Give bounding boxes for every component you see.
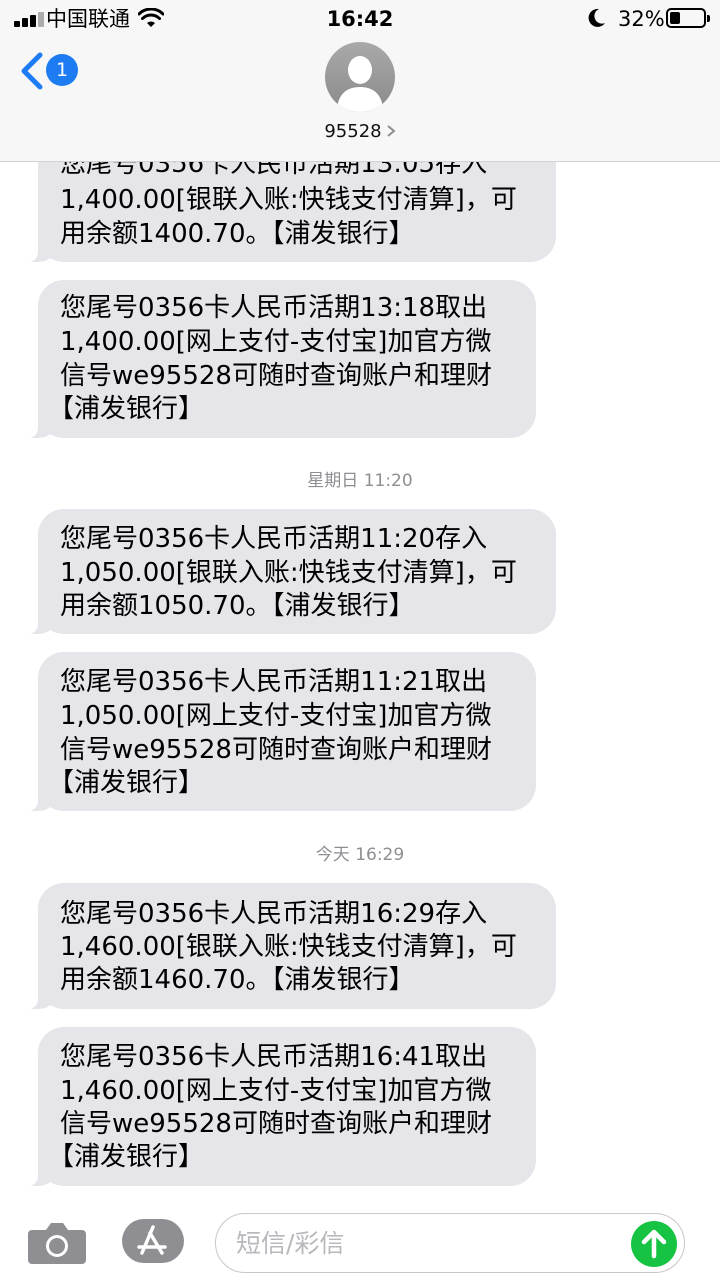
message-line: 信号we95528可随时查询账户和理财 bbox=[60, 735, 492, 765]
person-silhouette-icon bbox=[337, 56, 383, 112]
message-line: 信号we95528可随时查询账户和理财 bbox=[60, 361, 492, 391]
chevron-right-icon bbox=[386, 125, 396, 137]
message-bubble[interactable]: 您尾号0356卡人民币活期13:18取出 1,400.00[网上支付-支付宝]加… bbox=[20, 280, 536, 438]
message-line: 您尾号0356卡人民币活期13:18取出 bbox=[60, 293, 488, 323]
message-line: 【浦发银行】 bbox=[48, 1142, 205, 1172]
conversation-timestamp: 今天 16:29 bbox=[315, 845, 405, 865]
do-not-disturb-moon-icon bbox=[588, 8, 605, 27]
message-line: 用余额1050.70。【浦发银行】 bbox=[60, 591, 415, 621]
message-input-field[interactable] bbox=[215, 1213, 685, 1273]
contact-number: 95528 bbox=[324, 121, 382, 142]
conversation-timestamp: 星期日 11:20 bbox=[307, 471, 413, 491]
contact-details-link[interactable]: 95528 bbox=[0, 121, 720, 143]
send-button[interactable] bbox=[631, 1221, 677, 1267]
message-line: 您尾号0356卡人民币活期11:21取出 bbox=[60, 667, 488, 697]
message-line: 用余额1400.70。【浦发银行】 bbox=[60, 219, 415, 249]
message-bubble[interactable]: 您尾号0356卡人民币活期16:41取出 1,460.00[网上支付-支付宝]加… bbox=[20, 1027, 536, 1186]
message-line: 1,460.00[网上支付-支付宝]加官方微 bbox=[60, 1076, 492, 1106]
navigation-header: 中国联通 16:42 32% 1 95528 bbox=[0, 0, 720, 162]
arrow-up-icon bbox=[641, 1229, 667, 1259]
message-input[interactable] bbox=[236, 1224, 626, 1262]
message-line: 您尾号0356卡人民币活期16:29存入 bbox=[60, 899, 488, 929]
unread-count-badge: 1 bbox=[46, 54, 78, 86]
message-compose-bar bbox=[0, 1200, 720, 1280]
message-line: 【浦发银行】 bbox=[48, 394, 205, 424]
message-line: 1,050.00[网上支付-支付宝]加官方微 bbox=[60, 701, 492, 731]
message-line: 1,050.00[银联入账:快钱支付清算]，可 bbox=[60, 558, 517, 588]
contact-avatar[interactable] bbox=[325, 42, 395, 112]
app-store-button[interactable] bbox=[122, 1219, 184, 1263]
message-line: 您尾号0356卡人民币活期16:41取出 bbox=[60, 1042, 488, 1072]
message-bubble[interactable]: 您尾号0356卡人民币活期11:21取出 1,050.00[网上支付-支付宝]加… bbox=[20, 652, 536, 811]
camera-icon bbox=[28, 1223, 86, 1264]
message-bubble[interactable]: 您尾号0356卡人民币活期16:29存入 1,460.00[银联入账:快钱支付清… bbox=[20, 883, 556, 1009]
status-bar: 中国联通 16:42 32% bbox=[0, 0, 720, 40]
message-line: 【浦发银行】 bbox=[48, 768, 205, 798]
message-line: 您尾号0356卡人民币活期11:20存入 bbox=[60, 524, 488, 554]
status-time: 16:42 bbox=[326, 7, 394, 31]
message-line: 用余额1460.70。【浦发银行】 bbox=[60, 965, 415, 995]
camera-button[interactable] bbox=[28, 1220, 86, 1264]
message-line: 1,400.00[网上支付-支付宝]加官方微 bbox=[60, 327, 492, 357]
message-line: 1,400.00[银联入账:快钱支付清算]，可 bbox=[60, 185, 517, 215]
battery-percent: 32% bbox=[618, 7, 665, 31]
message-line: 1,460.00[银联入账:快钱支付清算]，可 bbox=[60, 932, 517, 962]
back-chevron-icon bbox=[21, 52, 43, 90]
app-store-icon bbox=[137, 1225, 167, 1255]
battery-icon bbox=[666, 8, 710, 28]
message-bubble[interactable]: 您尾号0356卡人民币活期11:20存入 1,050.00[银联入账:快钱支付清… bbox=[20, 509, 556, 634]
back-button[interactable]: 1 bbox=[18, 50, 80, 94]
message-line: 信号we95528可随时查询账户和理财 bbox=[60, 1109, 492, 1139]
